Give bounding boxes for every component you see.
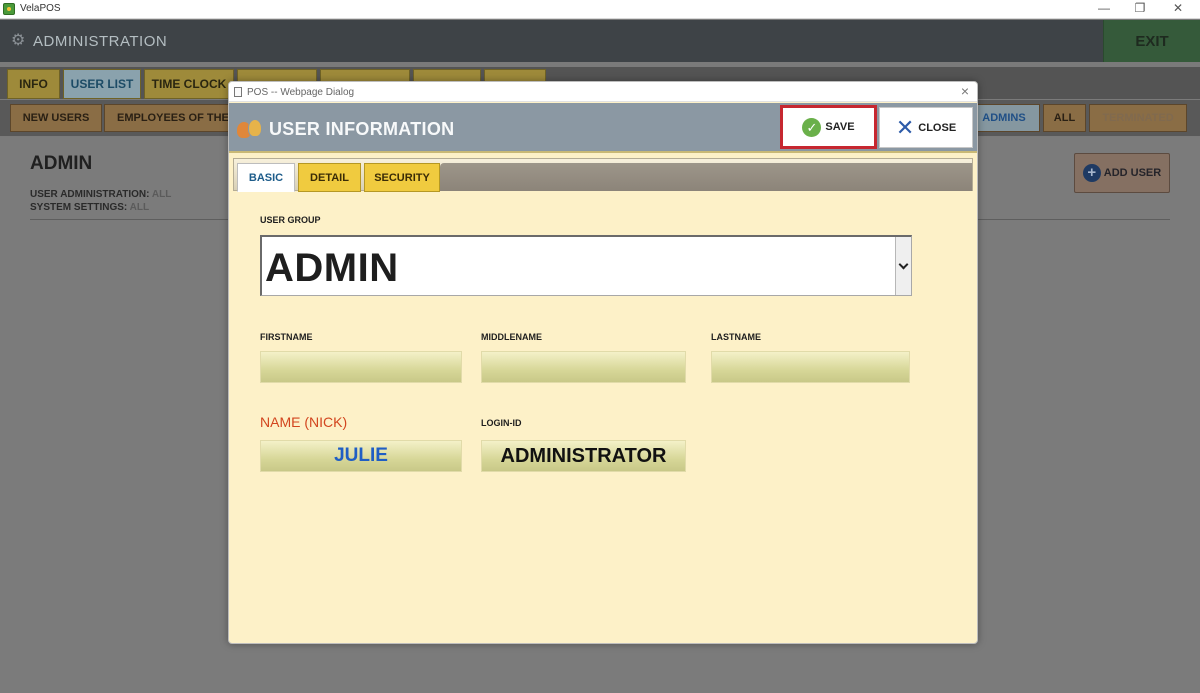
admin-header: ⚙ ADMINISTRATION [0, 20, 1200, 62]
tab-basic[interactable]: BASIC [237, 163, 295, 192]
chevron-down-icon [898, 259, 909, 269]
login-id-field[interactable]: ADMINISTRATOR [481, 440, 686, 472]
window-titlebar: VelaPOS — ❐ ✕ [0, 0, 1200, 19]
exit-button[interactable]: EXIT [1103, 20, 1200, 62]
subtab-new-users[interactable]: NEW USERS [10, 104, 102, 132]
dialog-titlebar: POS -- Webpage Dialog × [229, 82, 977, 102]
user-admin-line: USER ADMINISTRATION: ALL [30, 189, 171, 200]
tab-time-clock[interactable]: TIME CLOCK [144, 69, 234, 99]
app-title: VelaPOS [20, 3, 61, 14]
minimize-button[interactable]: — [1094, 1, 1114, 15]
close-x-icon: ✕ [895, 114, 915, 140]
tab-detail[interactable]: DETAIL [298, 163, 361, 192]
middlename-field[interactable] [481, 351, 686, 383]
dialog-title: USER INFORMATION [269, 119, 455, 139]
lastname-label: LASTNAME [711, 332, 761, 342]
user-group-select[interactable]: ADMIN [260, 235, 912, 296]
plus-icon: + [1082, 164, 1101, 182]
firstname-field[interactable] [260, 351, 462, 383]
system-settings-line: SYSTEM SETTINGS: ALL [30, 202, 149, 213]
group-title: ADMIN [30, 153, 93, 174]
tab-bar-fill [440, 163, 972, 191]
close-label: CLOSE [918, 121, 957, 134]
user-group-label: USER GROUP [260, 215, 321, 225]
add-user-button[interactable]: + ADD USER [1074, 153, 1170, 193]
user-group-value: ADMIN [265, 246, 399, 290]
user-admin-label: USER ADMINISTRATION: [30, 189, 150, 200]
add-user-label: ADD USER [1103, 167, 1162, 179]
dialog-close-icon[interactable]: × [957, 83, 973, 99]
user-information-dialog: POS -- Webpage Dialog × USER INFORMATION… [228, 81, 978, 644]
lastname-field[interactable] [711, 351, 910, 383]
users-icon [237, 118, 263, 140]
dropdown-arrow[interactable] [895, 237, 911, 295]
system-settings-value: ALL [129, 202, 150, 213]
user-admin-value: ALL [151, 189, 172, 200]
check-icon: ✓ [802, 117, 822, 137]
subtab-terminated[interactable]: TERMINATED [1089, 104, 1187, 132]
nick-field[interactable]: JULIE [260, 440, 462, 472]
login-id-label: LOGIN-ID [481, 418, 522, 428]
tab-user-list[interactable]: USER LIST [63, 69, 141, 99]
middlename-label: MIDDLENAME [481, 332, 542, 342]
close-button[interactable]: ✕ CLOSE [879, 107, 973, 148]
save-button[interactable]: ✓ SAVE [780, 105, 877, 149]
subtab-employees[interactable]: EMPLOYEES OF THE [104, 104, 234, 132]
tab-security[interactable]: SECURITY [364, 163, 440, 192]
dialog-tab-bar: BASIC DETAIL SECURITY [233, 158, 973, 192]
subtab-admins[interactable]: ADMINS [968, 104, 1040, 132]
window-close-button[interactable]: ✕ [1168, 1, 1188, 15]
page-title: ADMINISTRATION [33, 33, 168, 50]
nick-label: NAME (NICK) [260, 414, 348, 430]
firstname-label: FIRSTNAME [260, 332, 313, 342]
dialog-window-title: POS -- Webpage Dialog [247, 87, 355, 98]
restore-button[interactable]: ❐ [1130, 1, 1150, 15]
subtab-all[interactable]: ALL [1043, 104, 1086, 132]
page-icon [234, 87, 242, 97]
save-label: SAVE [825, 121, 855, 133]
tab-info[interactable]: INFO [7, 69, 60, 99]
system-settings-label: SYSTEM SETTINGS: [30, 202, 128, 213]
gear-icon: ⚙ [11, 32, 26, 49]
app-logo-icon [3, 3, 15, 15]
